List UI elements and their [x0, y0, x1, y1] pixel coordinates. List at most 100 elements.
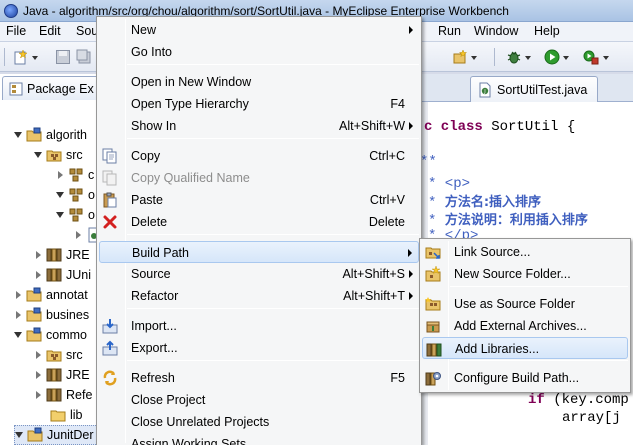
menu-item-import[interactable]: Import...: [99, 315, 419, 337]
project-icon: [27, 427, 43, 443]
menu-item-show-in[interactable]: Show In Alt+Shift+W: [99, 115, 419, 137]
submenu-item-label: Use as Source Folder: [454, 297, 575, 311]
tree-item[interactable]: lib: [50, 405, 83, 425]
new-wizard-icon[interactable]: [13, 49, 29, 65]
folder-icon: [50, 407, 66, 423]
tree-collapsed-icon[interactable]: [36, 251, 41, 259]
tree-collapsed-icon[interactable]: [36, 271, 41, 279]
refresh-icon: [102, 370, 118, 386]
external-tools-dropdown-arrow[interactable]: [603, 56, 609, 60]
menu-item-paste[interactable]: Paste Ctrl+V: [99, 189, 419, 211]
tree-item[interactable]: o: [56, 205, 95, 225]
package-explorer-tab[interactable]: Package Ex: [2, 76, 100, 100]
library-icon: [46, 387, 62, 403]
tree-collapsed-icon[interactable]: [76, 231, 81, 239]
tree-collapsed-icon[interactable]: [16, 291, 21, 299]
code-line: * 方法名:插入排序: [428, 191, 541, 211]
menu-item-label: Refresh: [131, 371, 175, 385]
external-tools-icon[interactable]: [583, 49, 599, 65]
tree-item[interactable]: src: [34, 145, 83, 165]
menu-item-build-path[interactable]: Build Path: [99, 241, 419, 263]
new-dropdown-arrow[interactable]: [32, 56, 38, 60]
menu-item-open-in-new-window[interactable]: Open in New Window: [99, 71, 419, 93]
submenu-item-add-libraries[interactable]: Add Libraries...: [422, 337, 628, 359]
tree-item[interactable]: commo: [14, 325, 87, 345]
menu-item-refresh[interactable]: Refresh F5: [99, 367, 419, 389]
menu-item-new[interactable]: New: [99, 19, 419, 41]
svg-text:J: J: [483, 89, 485, 95]
tree-item[interactable]: c: [56, 165, 94, 185]
tree-expanded-icon[interactable]: [14, 332, 22, 338]
menu-item-label: Copy: [131, 149, 161, 163]
code-comment-tag: * <p>: [428, 176, 471, 192]
menu-item-source[interactable]: Source Alt+Shift+S: [99, 263, 419, 285]
tree-item[interactable]: JunitDer: [14, 425, 100, 445]
submenu-item-use-as-source-folder[interactable]: Use as Source Folder: [422, 293, 628, 315]
package-icon: [68, 187, 84, 203]
new-project-icon[interactable]: [452, 49, 468, 65]
run-icon[interactable]: [544, 49, 560, 65]
menu-item-refactor[interactable]: Refactor Alt+Shift+T: [99, 285, 419, 307]
menu-item-label: Build Path: [132, 246, 189, 260]
submenu-item-add-external-archives[interactable]: Add External Archives...: [422, 315, 628, 337]
tree-item[interactable]: JRE: [34, 245, 90, 265]
menu-file[interactable]: File: [6, 24, 26, 38]
tree-item[interactable]: JRE: [34, 365, 90, 385]
menu-item-go-into[interactable]: Go Into: [99, 41, 419, 63]
menu-item-assign-working-sets[interactable]: Assign Working Sets...: [99, 433, 419, 445]
new-project-dropdown-arrow[interactable]: [471, 56, 477, 60]
menu-item-copy[interactable]: Copy Ctrl+C: [99, 145, 419, 167]
tree-expanded-icon[interactable]: [56, 212, 64, 218]
build-path-submenu: Link Source... New Source Folder... Use as…: [419, 238, 631, 393]
menu-item-close-unrelated-projects[interactable]: Close Unrelated Projects: [99, 411, 419, 433]
tree-collapsed-icon[interactable]: [36, 351, 41, 359]
tree-expanded-icon[interactable]: [56, 192, 64, 198]
toolbar-separator: [494, 48, 495, 66]
menu-source[interactable]: Sou: [76, 24, 98, 38]
menu-item-close-project[interactable]: Close Project: [99, 389, 419, 411]
tree-collapsed-icon[interactable]: [58, 171, 63, 179]
tree-item[interactable]: JUni: [34, 265, 91, 285]
tree-expanded-icon[interactable]: [14, 132, 22, 138]
tree-item[interactable]: src: [34, 345, 83, 365]
library-icon: [46, 247, 62, 263]
code-line: if (key.comp: [528, 392, 629, 408]
tree-item-label: src: [66, 348, 83, 362]
tree-collapsed-icon[interactable]: [36, 371, 41, 379]
menu-window[interactable]: Window: [474, 24, 518, 38]
library-icon: [46, 267, 62, 283]
tree-item[interactable]: algorith: [14, 125, 87, 145]
menu-item-export[interactable]: Export...: [99, 337, 419, 359]
tree-item[interactable]: o: [56, 185, 95, 205]
save-all-icon[interactable]: [76, 49, 92, 65]
tree-item-label: busines: [46, 308, 90, 322]
context-menu: New Go Into Open in New Window Open Type Hi…: [96, 16, 422, 445]
submenu-item-label: New Source Folder...: [454, 267, 571, 281]
menu-help[interactable]: Help: [534, 24, 560, 38]
run-dropdown-arrow[interactable]: [563, 56, 569, 60]
tree-collapsed-icon[interactable]: [16, 311, 21, 319]
paste-icon: [102, 192, 118, 208]
submenu-item-new-source-folder[interactable]: New Source Folder...: [422, 263, 628, 285]
menu-edit[interactable]: Edit: [39, 24, 61, 38]
tree-expanded-icon[interactable]: [15, 432, 23, 438]
link-source-icon: [425, 244, 441, 260]
tree-item[interactable]: Refe: [34, 385, 92, 405]
menu-item-delete[interactable]: Delete Delete: [99, 211, 419, 233]
tree-item-label: lib: [70, 408, 83, 422]
submenu-item-configure-build-path[interactable]: Configure Build Path...: [422, 367, 628, 389]
tree-collapsed-icon[interactable]: [36, 391, 41, 399]
debug-dropdown-arrow[interactable]: [525, 56, 531, 60]
tree-expanded-icon[interactable]: [34, 152, 42, 158]
menu-run[interactable]: Run: [438, 24, 461, 38]
debug-icon[interactable]: [506, 49, 522, 65]
save-icon[interactable]: [55, 49, 71, 65]
code-line: * 方法说明：利用插入排序: [428, 209, 588, 229]
project-icon: [26, 127, 42, 143]
editor-tab-sortutiltest[interactable]: J SortUtilTest.java: [470, 76, 599, 102]
tree-item[interactable]: annotat: [14, 285, 88, 305]
submenu-item-link-source[interactable]: Link Source...: [422, 241, 628, 263]
menu-item-label: Delete: [131, 215, 168, 229]
tree-item[interactable]: busines: [14, 305, 89, 325]
menu-item-open-type-hierarchy[interactable]: Open Type Hierarchy F4: [99, 93, 419, 115]
